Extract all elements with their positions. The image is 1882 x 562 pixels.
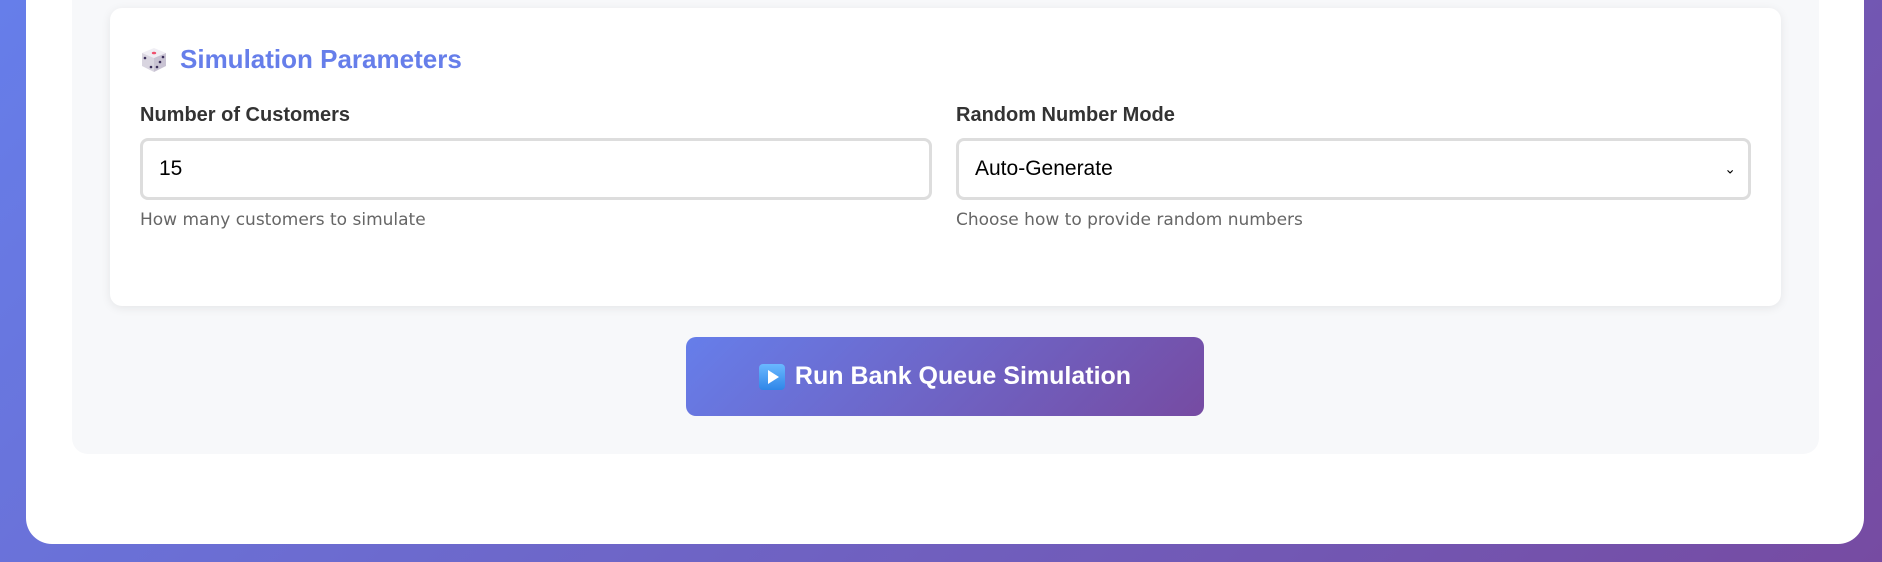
customers-value: 15	[159, 157, 183, 180]
run-simulation-button[interactable]: Run Bank Queue Simulation	[686, 337, 1204, 416]
chevron-down-icon: ⌄	[1724, 160, 1736, 177]
customers-field: Number of Customers 15 How many customer…	[140, 104, 932, 230]
section-title-text: Simulation Parameters	[180, 44, 462, 74]
mode-field: Random Number Mode Auto-Generate ⌄ Choos…	[956, 104, 1751, 230]
play-icon	[758, 363, 785, 390]
mode-selected-value: Auto-Generate	[975, 157, 1113, 180]
simulation-parameters-card: Simulation Parameters Number of Customer…	[110, 8, 1781, 306]
mode-label: Random Number Mode	[956, 104, 1175, 126]
mode-select[interactable]: Auto-Generate ⌄	[956, 138, 1751, 200]
section-title: Simulation Parameters	[140, 44, 462, 75]
mode-help: Choose how to provide random numbers	[956, 210, 1303, 230]
run-simulation-label: Run Bank Queue Simulation	[794, 362, 1132, 390]
customers-help: How many customers to simulate	[140, 210, 426, 230]
customers-label: Number of Customers	[140, 104, 351, 126]
customers-input[interactable]: 15	[140, 138, 932, 200]
dice-icon	[142, 47, 166, 72]
